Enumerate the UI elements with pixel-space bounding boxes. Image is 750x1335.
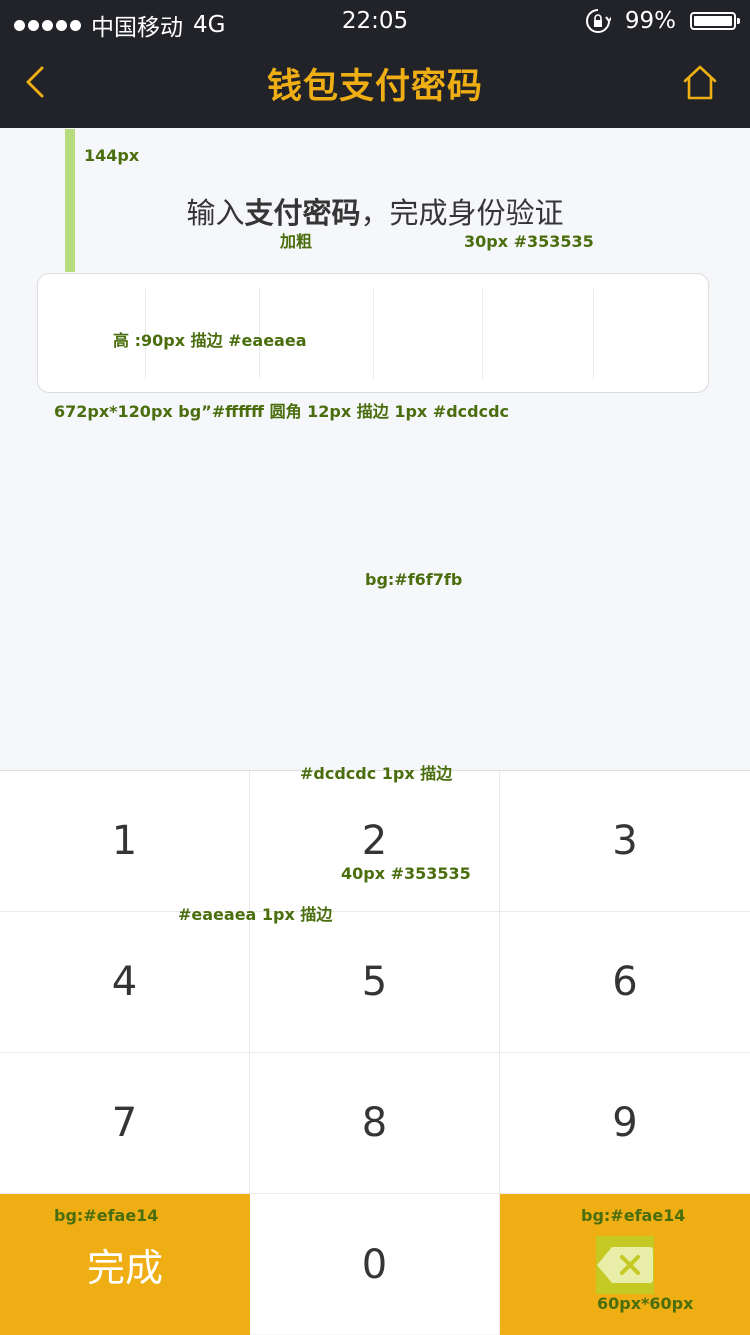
rotation-lock-icon: [585, 9, 611, 33]
done-label: 完成: [86, 1246, 163, 1290]
annotation-bg: bg:#f6f7fb: [365, 570, 463, 589]
cell-divider: [373, 289, 374, 379]
status-right-group: 99%: [585, 8, 740, 34]
prompt-bold: 支付密码: [244, 196, 361, 230]
key-2[interactable]: 2: [250, 771, 500, 912]
battery-icon: [690, 12, 740, 30]
key-0[interactable]: 0: [250, 1194, 500, 1335]
annotation-key-font: 40px #353535: [341, 864, 471, 883]
annotation-delete-size: 60px*60px: [597, 1294, 694, 1313]
key-6[interactable]: 6: [500, 912, 750, 1053]
home-icon[interactable]: [680, 62, 720, 102]
cell-divider: [593, 289, 594, 379]
page-title: 钱包支付密码: [266, 67, 483, 107]
key-1[interactable]: 1: [0, 771, 250, 912]
prompt-suffix: ，完成身份验证: [360, 196, 564, 230]
number-keypad: 1 2 3 4 5 6 7 8 9 完成 0: [0, 770, 750, 1335]
annotation-done-bg: bg:#efae14: [54, 1206, 159, 1225]
backspace-icon: [597, 1246, 653, 1283]
prompt-prefix: 输入: [186, 196, 245, 230]
cell-divider: [482, 289, 483, 379]
annotation-box: 672px*120px bg”#ffffff 圆角 12px 描边 1px #d…: [54, 402, 510, 421]
annotation-bold: 加粗: [280, 232, 313, 251]
delete-icon-area: [596, 1235, 654, 1294]
battery-fill: [694, 16, 732, 26]
key-7[interactable]: 7: [0, 1053, 250, 1194]
key-8[interactable]: 8: [250, 1053, 500, 1194]
nav-bar: 钱包支付密码: [0, 44, 750, 128]
annotation-delete-bg: bg:#efae14: [581, 1206, 686, 1225]
annotation-keypad-border: #dcdcdc 1px 描边: [300, 764, 453, 783]
password-prompt: 输入支付密码，完成身份验证: [0, 190, 750, 232]
annotation-font: 30px #353535: [464, 232, 594, 251]
annotation-cell: 高 :90px 描边 #eaeaea: [113, 331, 307, 350]
annotation-key-border: #eaeaea 1px 描边: [178, 905, 333, 924]
key-3[interactable]: 3: [500, 771, 750, 912]
status-bar: 中国移动 4G 22:05 99%: [0, 0, 750, 44]
annotation-height: 144px: [84, 146, 140, 165]
key-5[interactable]: 5: [250, 912, 500, 1053]
key-4[interactable]: 4: [0, 912, 250, 1053]
battery-percent: 99%: [624, 8, 676, 34]
key-9[interactable]: 9: [500, 1053, 750, 1194]
